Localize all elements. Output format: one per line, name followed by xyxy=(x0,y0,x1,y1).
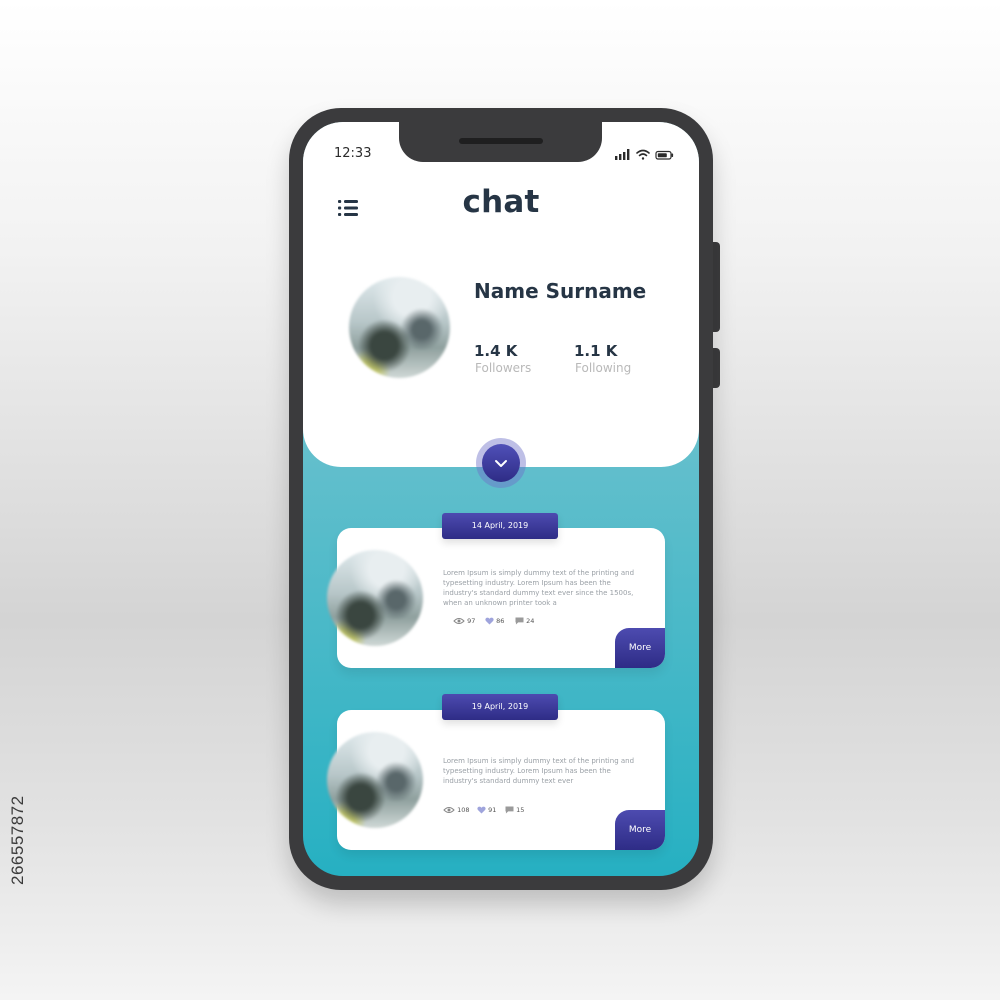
eye-icon xyxy=(453,618,465,624)
comments-count: 24 xyxy=(526,617,535,625)
post-card[interactable]: Lorem Ipsum is simply dummy text of the … xyxy=(327,528,665,668)
post-comments[interactable]: 15 xyxy=(505,806,524,814)
profile-name: Name Surname xyxy=(474,279,647,303)
chevron-down-icon xyxy=(495,460,507,467)
post-likes[interactable]: 91 xyxy=(477,806,496,814)
status-icons xyxy=(615,149,674,160)
post-date-badge: 14 April, 2019 xyxy=(442,513,558,539)
more-button[interactable]: More xyxy=(615,810,665,850)
views-count: 108 xyxy=(457,806,470,814)
expand-button-inner xyxy=(482,444,520,482)
post-views: 108 xyxy=(443,806,470,814)
heart-icon xyxy=(485,617,494,625)
followers-label: Followers xyxy=(475,361,532,375)
post-text: Lorem Ipsum is simply dummy text of the … xyxy=(443,757,635,785)
eye-icon xyxy=(443,807,455,813)
likes-count: 86 xyxy=(496,617,505,625)
post-likes[interactable]: 86 xyxy=(485,617,504,625)
post-avatar[interactable] xyxy=(327,550,423,646)
wifi-icon xyxy=(636,149,650,160)
post-card[interactable]: Lorem Ipsum is simply dummy text of the … xyxy=(327,710,665,850)
likes-count: 91 xyxy=(488,806,497,814)
post-avatar[interactable] xyxy=(327,732,423,828)
profile-card: 12:33 chat Name Surname 1.4 K Followers … xyxy=(303,122,699,467)
post-date-badge: 19 April, 2019 xyxy=(442,694,558,720)
signal-icon xyxy=(615,149,630,160)
battery-icon xyxy=(655,150,674,160)
status-time: 12:33 xyxy=(334,146,372,161)
phone-notch xyxy=(399,122,602,162)
post-views: 97 xyxy=(453,617,475,625)
speaker-grille xyxy=(459,138,543,144)
comment-icon xyxy=(505,806,514,814)
heart-icon xyxy=(477,806,486,814)
comments-count: 15 xyxy=(516,806,525,814)
post-text: Lorem Ipsum is simply dummy text of the … xyxy=(443,569,635,607)
profile-avatar[interactable] xyxy=(349,277,450,378)
phone-screen: 12:33 chat Name Surname 1.4 K Followers … xyxy=(303,122,699,876)
page-title: chat xyxy=(462,184,540,220)
followers-count: 1.4 K xyxy=(474,342,518,360)
stock-watermark-id: 266557872 xyxy=(8,795,27,885)
following-count: 1.1 K xyxy=(574,342,618,360)
post-comments[interactable]: 24 xyxy=(515,617,534,625)
following-label: Following xyxy=(575,361,632,375)
views-count: 97 xyxy=(467,617,476,625)
expand-button[interactable] xyxy=(476,438,526,488)
more-button[interactable]: More xyxy=(615,628,665,668)
comment-icon xyxy=(515,617,524,625)
